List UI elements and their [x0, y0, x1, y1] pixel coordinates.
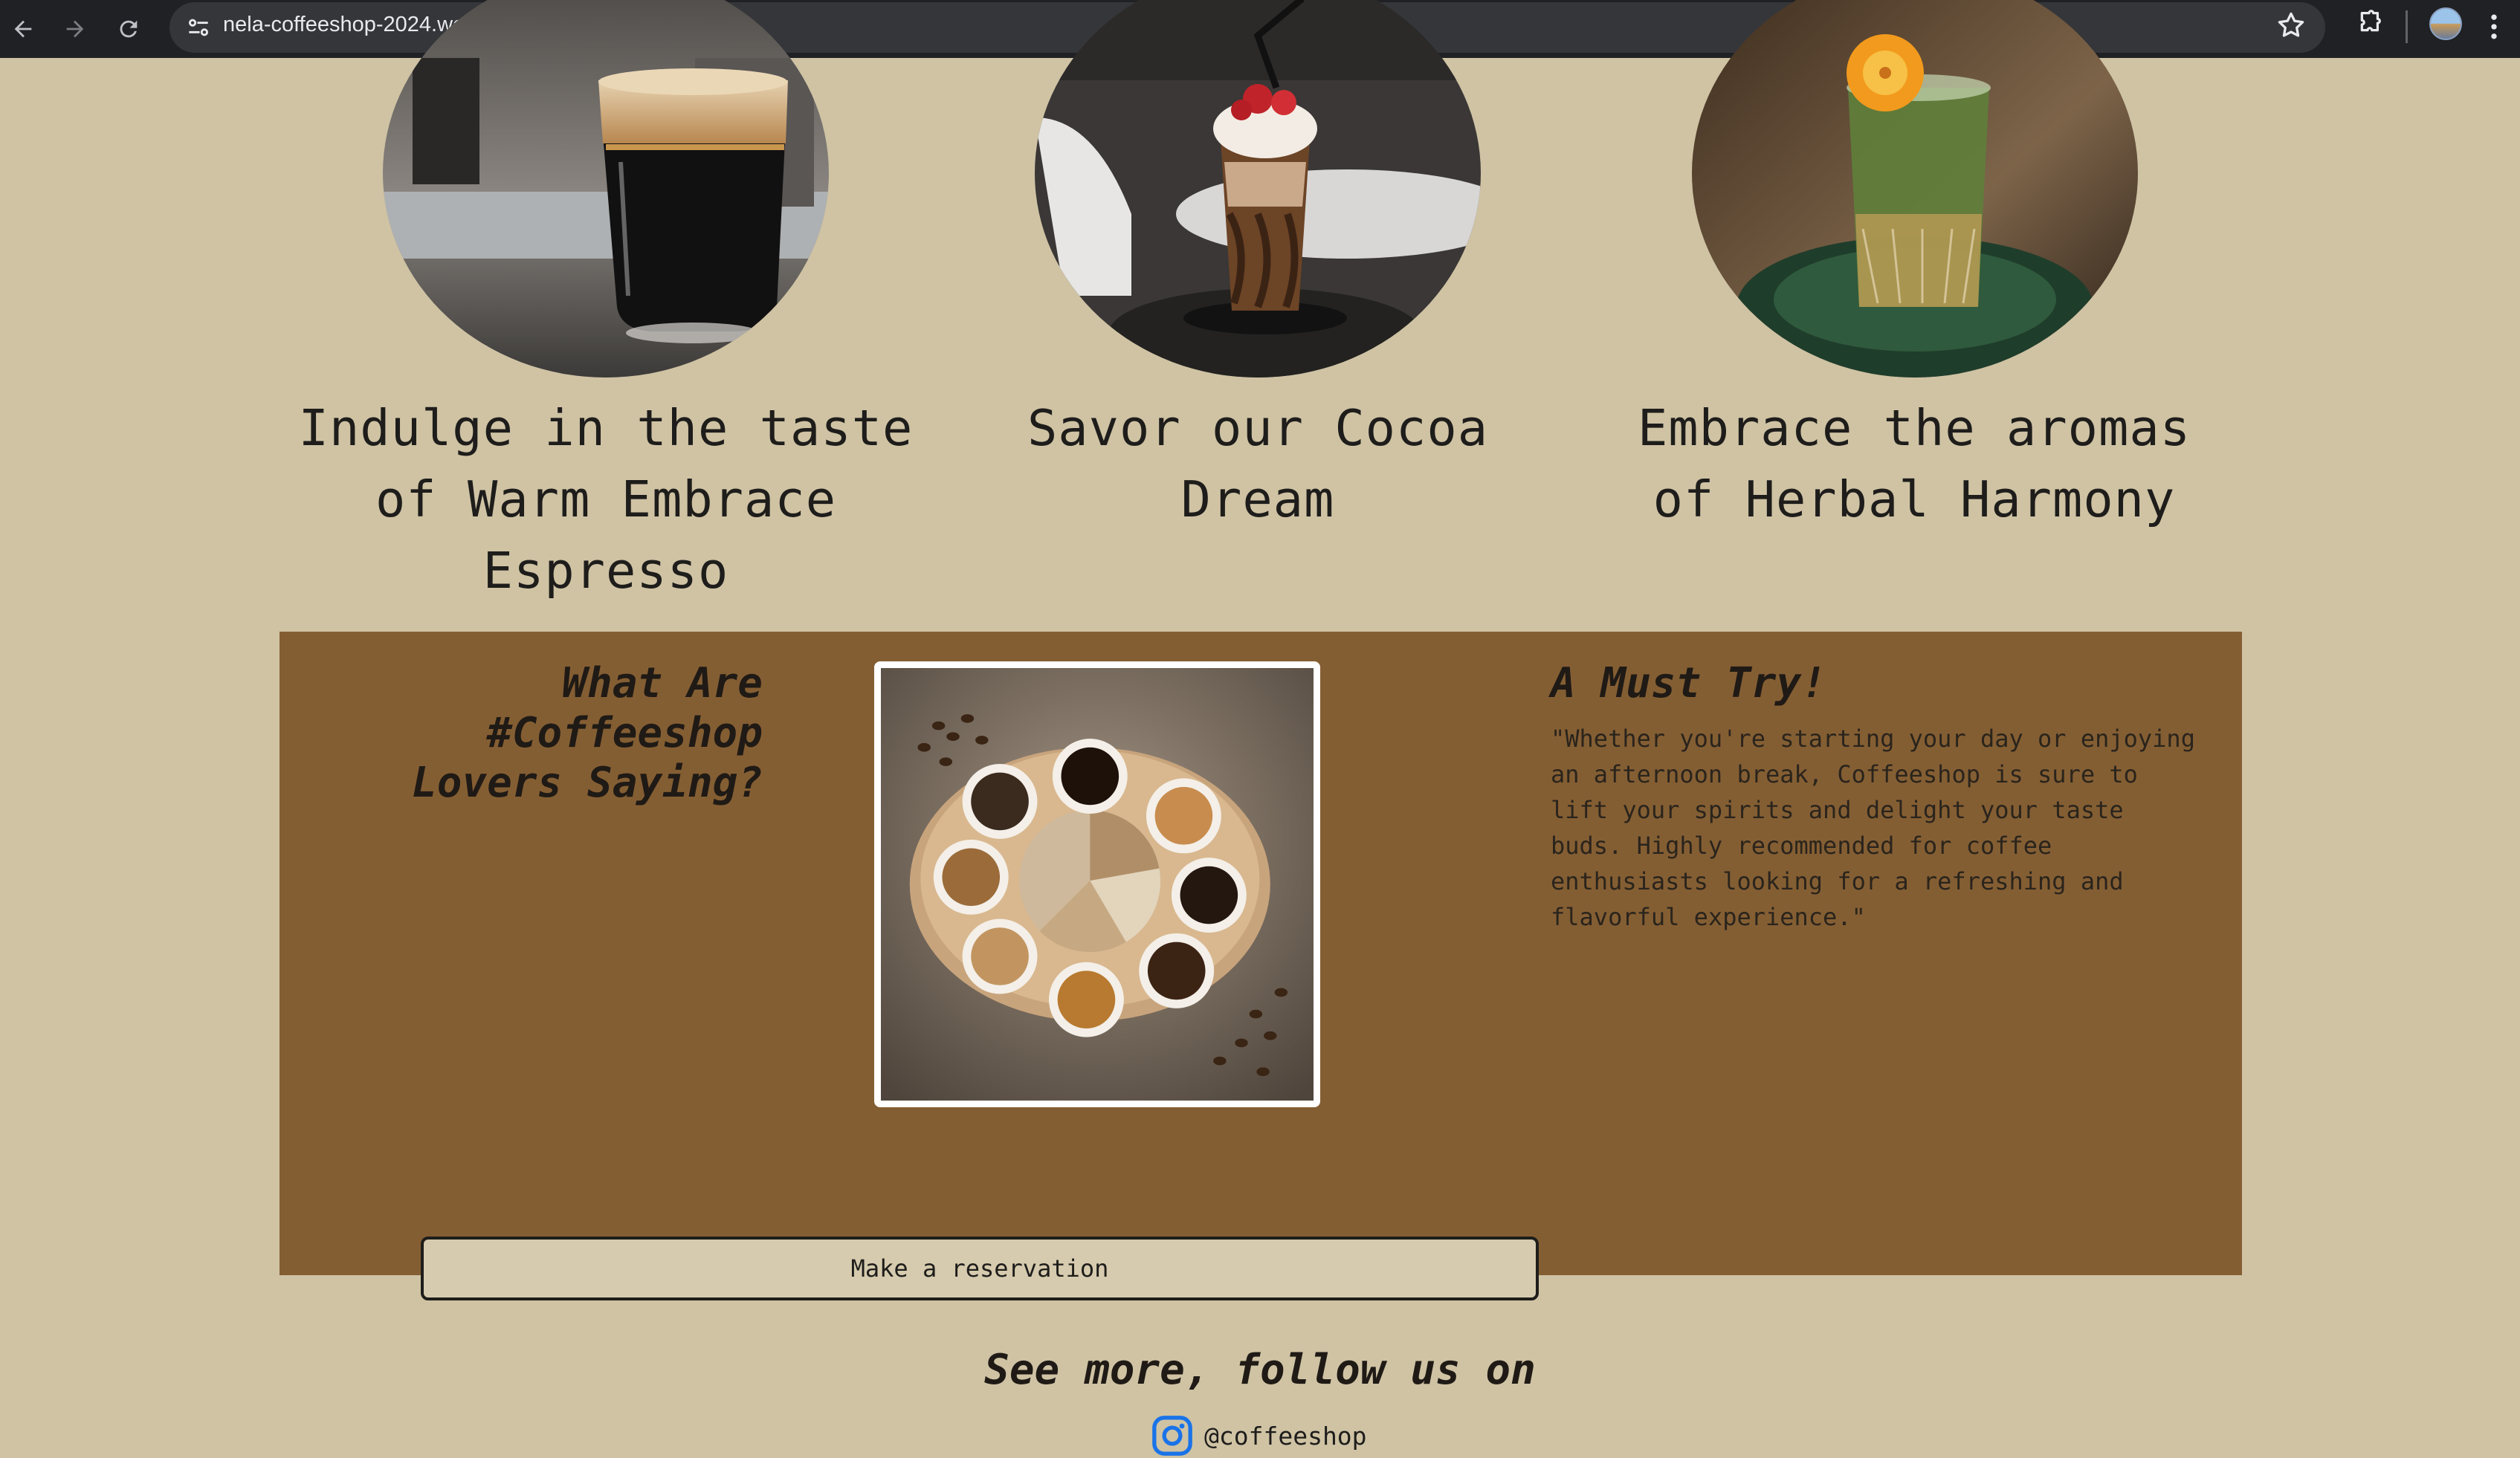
drink-title-cocoa: Savor our Cocoa Dream — [1027, 399, 1489, 528]
profile-avatar[interactable] — [2429, 7, 2462, 40]
back-button[interactable] — [4, 10, 42, 48]
espresso-glass-image — [383, 0, 829, 378]
toolbar-divider — [2406, 10, 2408, 43]
coffee-tray-image — [874, 661, 1320, 1107]
instagram-link[interactable]: @coffeeshop — [1151, 1413, 1367, 1458]
make-reservation-button[interactable]: Make a reservation — [421, 1237, 1539, 1300]
reload-button[interactable] — [110, 10, 147, 48]
arrow-left-icon — [14, 20, 32, 38]
extensions-puzzle-icon[interactable] — [2351, 7, 2385, 42]
must-try-title: A Must Try! — [1551, 659, 1826, 707]
reviews-heading: What Are #Coffeeshop Lovers Saying? — [411, 659, 763, 807]
site-settings-icon[interactable] — [184, 13, 213, 42]
forward-button[interactable] — [56, 10, 94, 48]
cocoa-dream-image — [1035, 0, 1481, 378]
arrow-right-icon — [66, 20, 84, 38]
herbal-harmony-image — [1692, 0, 2138, 378]
more-menu-icon[interactable] — [2483, 10, 2505, 43]
page-content: Indulge in the taste of Warm Embrace Esp… — [0, 0, 2520, 1456]
bookmark-star-icon[interactable] — [2275, 9, 2307, 42]
drink-title-espresso: Indulge in the taste of Warm Embrace Esp… — [298, 399, 914, 600]
instagram-icon — [1152, 1416, 1192, 1456]
reload-icon — [120, 20, 138, 38]
reviews-panel: What Are #Coffeeshop Lovers Saying? A Mu… — [280, 632, 2242, 1275]
follow-heading: See more, follow us on — [984, 1346, 1536, 1394]
drink-title-herbal: Embrace the aromas of Herbal Harmony — [1637, 399, 2191, 528]
instagram-handle[interactable]: @coffeeshop — [1204, 1422, 1367, 1451]
review-quote: "Whether you're starting your day or enj… — [1551, 725, 2195, 931]
